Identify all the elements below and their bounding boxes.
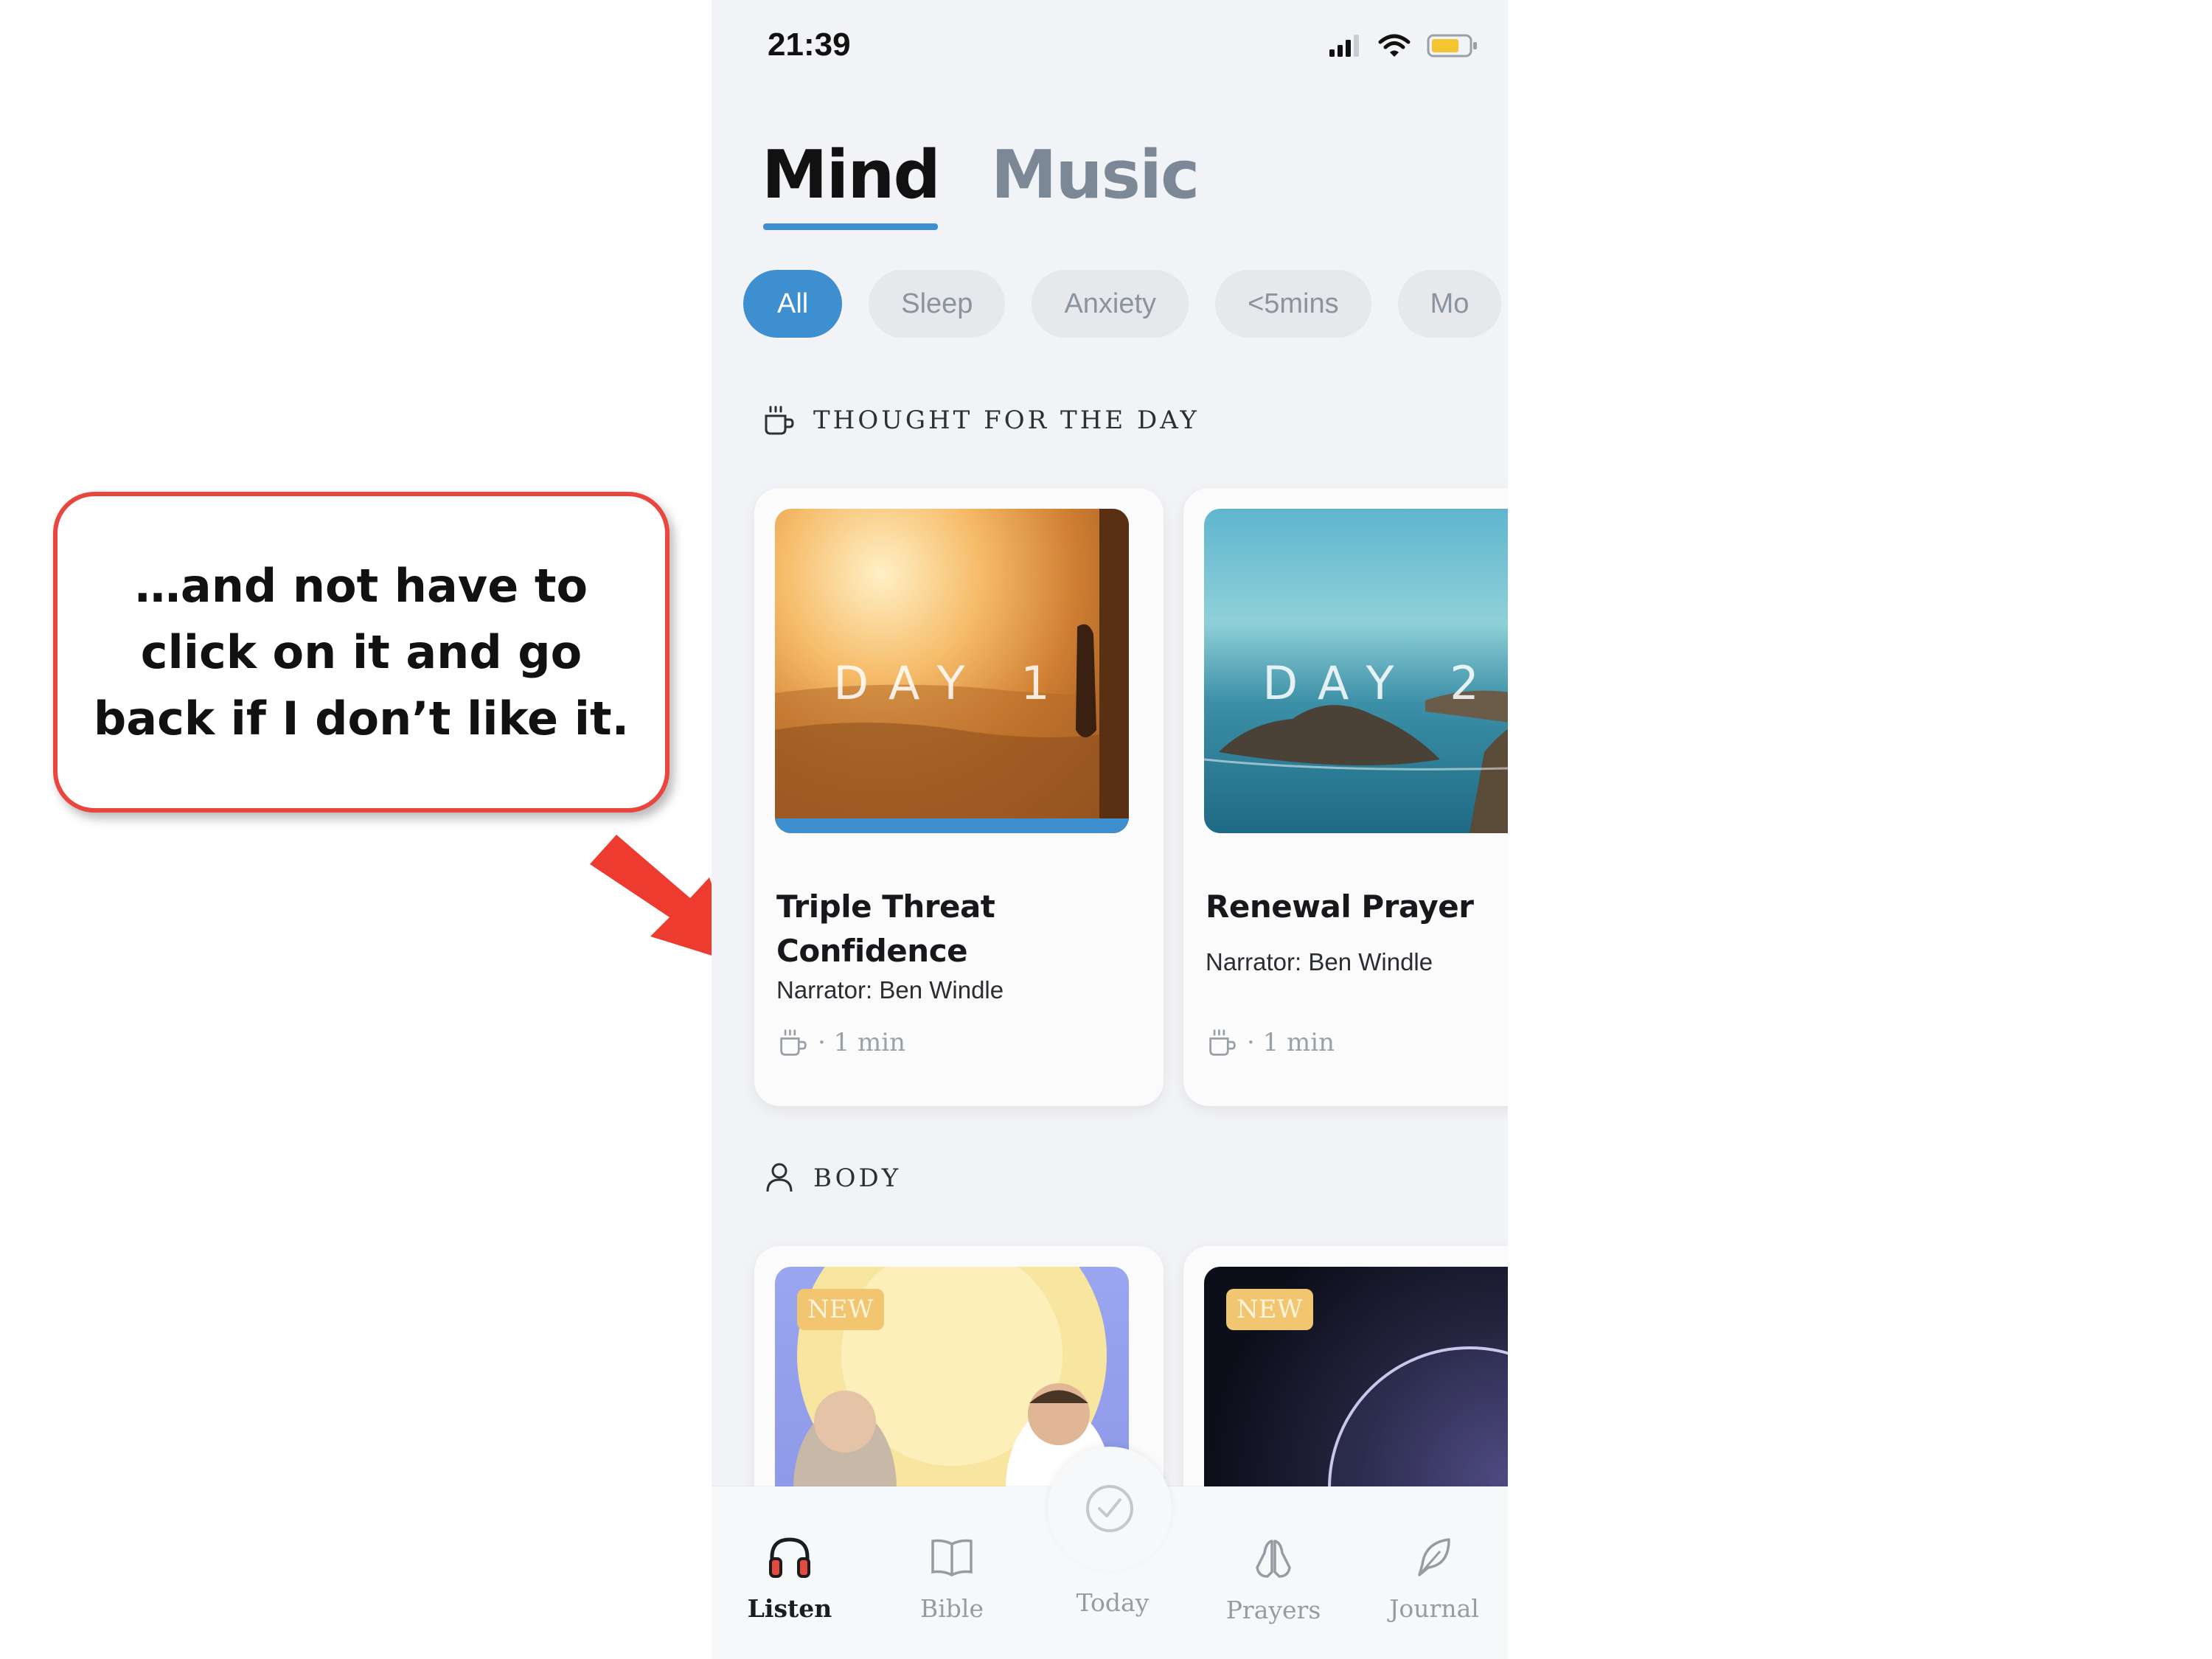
status-time: 21:39 [768, 27, 851, 63]
chip-anxiety[interactable]: Anxiety [1032, 270, 1189, 338]
section-title: BODY [813, 1164, 902, 1193]
card-thumbnail: DAY 2 [1204, 509, 1508, 833]
tab-mind[interactable]: Mind [762, 136, 941, 230]
section-header-body: BODY [762, 1161, 901, 1196]
new-badge: NEW [1226, 1289, 1313, 1330]
card-thumbnail: NEW [1204, 1267, 1508, 1517]
tab-listen[interactable]: Listen [716, 1535, 863, 1623]
chip-sleep[interactable]: Sleep [869, 270, 1006, 338]
card-narrator: Narrator: Ben Windle [1206, 948, 1433, 975]
battery-icon [1427, 34, 1477, 58]
new-badge: NEW [797, 1289, 884, 1330]
coffee-cup-icon [765, 406, 794, 435]
tab-journal[interactable]: Journal [1360, 1535, 1508, 1623]
headphones-icon [769, 1537, 810, 1578]
tab-bible[interactable]: Bible [878, 1535, 1026, 1623]
cellular-signal-icon [1329, 35, 1359, 57]
praying-hands-icon [1256, 1540, 1291, 1578]
callout-text: …and not have to click on it and go back… [93, 558, 630, 745]
day-label: DAY 1 [833, 656, 1071, 710]
section-title: THOUGHT FOR THE DAY [813, 406, 1200, 435]
feather-pen-icon [1418, 1538, 1450, 1576]
chip-under-5-mins[interactable]: <5mins [1215, 270, 1371, 338]
coffee-cup-icon [780, 1029, 807, 1056]
chip-more[interactable]: Mo [1397, 270, 1502, 338]
phone-screen: 21:39 Mind Music All Sleep Anxiety <5min… [712, 0, 1508, 1659]
check-circle-icon [1086, 1485, 1133, 1532]
chip-all[interactable]: All [743, 270, 843, 338]
book-icon [931, 1539, 973, 1576]
card-duration: · 1 min [1247, 1028, 1335, 1057]
wifi-icon [1378, 34, 1411, 57]
section-header-thought-for-the-day: THOUGHT FOR THE DAY [762, 404, 1200, 437]
tab-label: Prayers [1225, 1596, 1321, 1624]
content-card-day-2[interactable]: DAY 2 Renewal Prayer Narrator: Ben Windl… [1183, 488, 1508, 1106]
card-duration: · 1 min [818, 1028, 906, 1057]
card-title: Renewal Prayer [1206, 888, 1474, 925]
card-title: Triple Threat Confidence [776, 888, 995, 969]
tab-label: Today [1076, 1588, 1150, 1617]
tab-label: Journal [1389, 1594, 1479, 1623]
card-thumbnail: DAY 1 [775, 509, 1129, 833]
tab-label: Bible [919, 1594, 984, 1623]
annotation-callout: …and not have to click on it and go back… [53, 492, 669, 813]
card-meta: · 1 min [776, 1028, 905, 1057]
status-bar: 21:39 [712, 0, 1508, 88]
status-icons [1329, 34, 1478, 58]
tab-music[interactable]: Music [991, 136, 1200, 214]
today-button[interactable] [1048, 1447, 1172, 1571]
tab-label: Listen [747, 1594, 832, 1623]
filter-chips: All Sleep Anxiety <5mins Mo [743, 270, 1502, 338]
segment-tabs: Mind Music [762, 136, 1200, 230]
tab-prayers[interactable]: Prayers [1200, 1535, 1347, 1624]
card-narrator: Narrator: Ben Windle [776, 976, 1004, 1004]
card-progress-bar [775, 818, 1129, 833]
person-icon [766, 1163, 793, 1192]
card-meta: · 1 min [1206, 1028, 1335, 1057]
content-card-day-1[interactable]: DAY 1 Triple Threat Confidence Narrator:… [754, 488, 1164, 1106]
coffee-cup-icon [1209, 1029, 1236, 1056]
day-label: DAY 2 [1262, 656, 1500, 710]
